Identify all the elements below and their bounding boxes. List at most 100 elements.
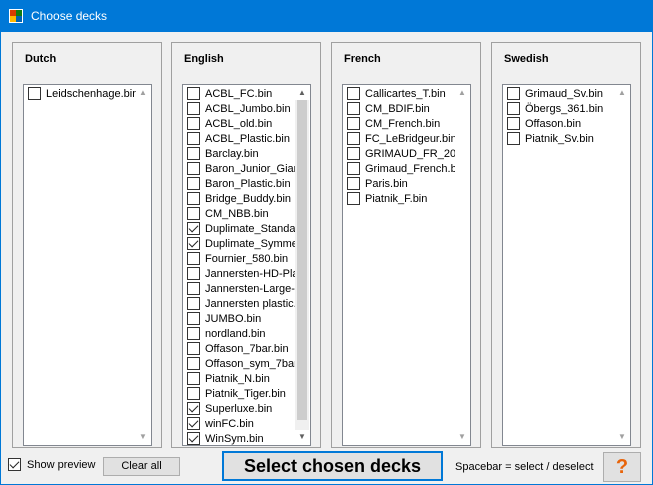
arrow-up-icon[interactable]: ▲	[136, 86, 150, 100]
checkbox[interactable]	[507, 102, 520, 115]
checkbox[interactable]	[187, 327, 200, 340]
checkbox[interactable]	[187, 117, 200, 130]
checkbox[interactable]	[187, 387, 200, 400]
list-item[interactable]: JUMBO.bin	[184, 311, 295, 326]
select-chosen-decks-button[interactable]: Select chosen decks	[222, 451, 443, 481]
checkbox[interactable]	[187, 162, 200, 175]
checkbox[interactable]	[187, 372, 200, 385]
checkbox[interactable]	[187, 147, 200, 160]
checkbox[interactable]	[187, 132, 200, 145]
arrow-down-icon[interactable]: ▼	[615, 430, 629, 444]
checkbox[interactable]	[187, 207, 200, 220]
show-preview-checkbox[interactable]: Show preview	[8, 458, 95, 471]
arrow-down-icon[interactable]: ▼	[295, 430, 309, 444]
list-item[interactable]: CM_BDIF.bin	[344, 101, 455, 116]
checkbox[interactable]	[347, 102, 360, 115]
scroll-thumb[interactable]	[297, 100, 307, 420]
arrow-up-icon[interactable]: ▲	[455, 86, 469, 100]
checkbox[interactable]	[507, 117, 520, 130]
list-item[interactable]: Baron_Plastic.bin	[184, 176, 295, 191]
list-item[interactable]: Bridge_Buddy.bin	[184, 191, 295, 206]
list-item[interactable]: Superluxe.bin	[184, 401, 295, 416]
list-item[interactable]: Offason_sym_7bar.bin	[184, 356, 295, 371]
list-item[interactable]: Jannersten-HD-Plastic.bin	[184, 266, 295, 281]
arrow-down-icon[interactable]: ▼	[136, 430, 150, 444]
list-item[interactable]: Leidschenhage.bin	[25, 86, 136, 101]
group-title: French	[344, 53, 381, 65]
list-item[interactable]: Paris.bin	[344, 176, 455, 191]
checkbox[interactable]	[187, 102, 200, 115]
checkbox[interactable]	[187, 222, 200, 235]
list-item[interactable]: Piatnik_F.bin	[344, 191, 455, 206]
arrow-down-icon[interactable]: ▼	[455, 430, 469, 444]
list-item[interactable]: Callicartes_T.bin	[344, 86, 455, 101]
list-item[interactable]: nordland.bin	[184, 326, 295, 341]
list-item[interactable]: WinSym.bin	[184, 431, 295, 445]
checkbox[interactable]	[187, 402, 200, 415]
list-item[interactable]: Duplimate_Symmetric.bin	[184, 236, 295, 251]
list-item[interactable]: ACBL_FC.bin	[184, 86, 295, 101]
list-item[interactable]: Piatnik_N.bin	[184, 371, 295, 386]
list-item[interactable]: Grimaud_Sv.bin	[504, 86, 615, 101]
list-item[interactable]: CM_NBB.bin	[184, 206, 295, 221]
arrow-up-icon[interactable]: ▲	[295, 86, 309, 100]
list-item[interactable]: FC_LeBridgeur.bin	[344, 131, 455, 146]
checkbox[interactable]	[187, 432, 200, 445]
checkbox[interactable]	[28, 87, 41, 100]
vertical-scrollbar[interactable]: ▲ ▼	[136, 86, 150, 444]
list-item[interactable]: Jannersten plastic.bin	[184, 296, 295, 311]
checkbox[interactable]	[347, 132, 360, 145]
list-item[interactable]: ACBL_Plastic.bin	[184, 131, 295, 146]
checkbox[interactable]	[187, 252, 200, 265]
question-mark-icon[interactable]: ?	[603, 452, 641, 482]
list-item[interactable]: Piatnik_Tiger.bin	[184, 386, 295, 401]
checkbox[interactable]	[187, 267, 200, 280]
checkbox[interactable]	[347, 117, 360, 130]
list-item[interactable]: Baron_Junior_Giant.bin	[184, 161, 295, 176]
list-item[interactable]: Öbergs_361.bin	[504, 101, 615, 116]
checkbox[interactable]	[347, 192, 360, 205]
checkbox[interactable]	[187, 177, 200, 190]
checkbox[interactable]	[347, 177, 360, 190]
deck-name: Piatnik_F.bin	[365, 192, 428, 205]
deck-listbox[interactable]: Grimaud_Sv.bin Öbergs_361.bin Offason.bin P…	[502, 84, 631, 446]
checkbox[interactable]	[187, 312, 200, 325]
checkbox[interactable]	[347, 87, 360, 100]
list-item[interactable]: ACBL_old.bin	[184, 116, 295, 131]
deck-listbox[interactable]: ACBL_FC.bin ACBL_Jumbo.bin ACBL_old.bin ACB…	[182, 84, 311, 446]
list-item[interactable]: Jannersten-Large-print.bin	[184, 281, 295, 296]
checkbox[interactable]	[347, 162, 360, 175]
list-item[interactable]: Offason.bin	[504, 116, 615, 131]
checkbox[interactable]	[187, 417, 200, 430]
vertical-scrollbar[interactable]: ▲ ▼	[295, 86, 309, 444]
checkbox-box[interactable]	[8, 458, 21, 471]
list-item[interactable]: GRIMAUD_FR_2000.bin	[344, 146, 455, 161]
list-item[interactable]: Grimaud_French.bin	[344, 161, 455, 176]
checkbox[interactable]	[347, 147, 360, 160]
list-item[interactable]: Offason_7bar.bin	[184, 341, 295, 356]
list-item[interactable]: Duplimate_Standard.bin	[184, 221, 295, 236]
clear-all-button[interactable]: Clear all	[103, 457, 180, 476]
checkbox[interactable]	[187, 87, 200, 100]
list-item[interactable]: Piatnik_Sv.bin	[504, 131, 615, 146]
list-item[interactable]: Barclay.bin	[184, 146, 295, 161]
title-bar[interactable]: Choose decks	[0, 0, 653, 32]
checkbox[interactable]	[187, 297, 200, 310]
checkbox[interactable]	[187, 192, 200, 205]
deck-listbox[interactable]: Callicartes_T.bin CM_BDIF.bin CM_French.bi…	[342, 84, 471, 446]
checkbox[interactable]	[187, 237, 200, 250]
checkbox[interactable]	[507, 132, 520, 145]
arrow-up-icon[interactable]: ▲	[615, 86, 629, 100]
checkbox[interactable]	[187, 342, 200, 355]
vertical-scrollbar[interactable]: ▲ ▼	[455, 86, 469, 444]
list-item[interactable]: Fournier_580.bin	[184, 251, 295, 266]
scroll-track[interactable]	[295, 100, 309, 430]
checkbox[interactable]	[187, 282, 200, 295]
list-item[interactable]: ACBL_Jumbo.bin	[184, 101, 295, 116]
vertical-scrollbar[interactable]: ▲ ▼	[615, 86, 629, 444]
list-item[interactable]: CM_French.bin	[344, 116, 455, 131]
deck-listbox[interactable]: Leidschenhage.bin ▲ ▼	[23, 84, 152, 446]
checkbox[interactable]	[507, 87, 520, 100]
checkbox[interactable]	[187, 357, 200, 370]
list-item[interactable]: winFC.bin	[184, 416, 295, 431]
